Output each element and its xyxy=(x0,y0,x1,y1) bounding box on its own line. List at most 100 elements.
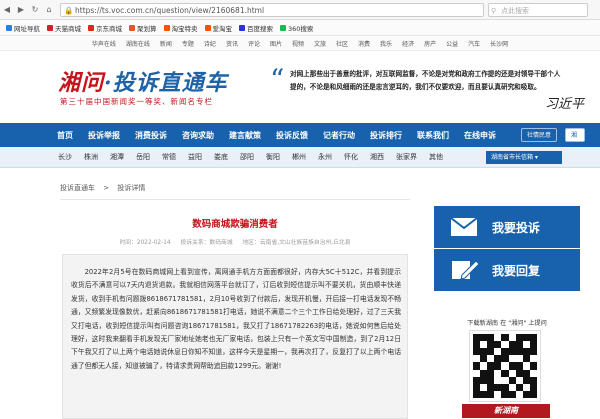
bookmark-item[interactable]: 网址导航 xyxy=(6,23,40,33)
top-nav-link[interactable]: 消费 xyxy=(358,39,370,48)
social-button[interactable]: 社情民意 xyxy=(521,128,558,142)
search-icon: ⚲ xyxy=(491,6,497,15)
main-nav-item[interactable]: 首页 xyxy=(57,130,73,141)
forward-icon[interactable]: ▶ xyxy=(16,5,26,14)
city-nav-item[interactable]: 湘西 xyxy=(370,152,384,162)
qr-cell xyxy=(494,341,502,349)
qr-cell xyxy=(508,390,516,398)
main-nav-item[interactable]: 在线申诉 xyxy=(464,130,496,141)
top-nav-link[interactable]: 长沙网 xyxy=(490,39,508,48)
url-field[interactable]: 🔒 https://ts.voc.com.cn/question/view/21… xyxy=(60,2,484,17)
main-nav-item[interactable]: 联系我们 xyxy=(417,130,449,141)
site-logo[interactable]: 湘问·投诉直通车 xyxy=(58,65,228,97)
qr-cell xyxy=(501,376,509,384)
city-nav-item[interactable]: 邵阳 xyxy=(240,152,254,162)
top-nav-link[interactable]: 诗纪 xyxy=(204,39,216,48)
bookmark-item[interactable]: 天猫商城 xyxy=(47,23,81,33)
xiangwen-button[interactable]: 湘问 xyxy=(565,128,585,153)
qr-cell xyxy=(480,383,488,391)
back-icon[interactable]: ◀ xyxy=(2,5,12,14)
city-nav-item[interactable]: 郴州 xyxy=(292,152,306,162)
main-nav-item[interactable]: 消费投诉 xyxy=(135,130,167,141)
city-nav-item[interactable]: 其他 xyxy=(429,152,443,162)
qr-cell xyxy=(515,383,523,391)
main-nav-item[interactable]: 记者行动 xyxy=(323,130,355,141)
top-nav-link[interactable]: 经济 xyxy=(402,39,414,48)
top-nav-link[interactable]: 专题 xyxy=(182,39,194,48)
site-top-nav: 华声在线 湖南在线 新闻 专题 诗纪 资讯 评论 图片 视频 文旅 社区 消费 我乐 经济 房产 公益 汽车 长沙… xyxy=(0,37,600,51)
city-nav-item[interactable]: 岳阳 xyxy=(136,152,150,162)
bookmark-item[interactable]: 百度搜索 xyxy=(239,23,273,33)
refresh-icon[interactable]: ↻ xyxy=(30,5,40,14)
main-nav-item[interactable]: 咨询求助 xyxy=(182,130,214,141)
top-nav-link[interactable]: 视频 xyxy=(292,39,304,48)
city-nav-item[interactable]: 长沙 xyxy=(58,152,72,162)
qr-cell xyxy=(480,348,488,356)
top-nav-link[interactable]: 评论 xyxy=(248,39,260,48)
top-nav-link[interactable]: 资讯 xyxy=(226,39,238,48)
bookmark-item[interactable]: 聚划算 xyxy=(129,23,157,33)
qr-cell xyxy=(473,334,481,342)
top-nav-link[interactable]: 文旅 xyxy=(314,39,326,48)
complain-button[interactable]: 我要投诉 xyxy=(434,206,580,248)
browser-search-input[interactable]: ⚲ 点此搜索 xyxy=(488,2,588,17)
city-nav-item[interactable]: 衡阳 xyxy=(266,152,280,162)
bookmark-item[interactable]: 爱淘宝 xyxy=(204,23,232,33)
top-nav-link[interactable]: 房产 xyxy=(424,39,436,48)
city-nav-item[interactable]: 张家界 xyxy=(396,152,417,162)
top-nav-link[interactable]: 汽车 xyxy=(468,39,480,48)
qr-code[interactable] xyxy=(469,330,541,402)
city-nav-item[interactable]: 株洲 xyxy=(84,152,98,162)
reply-label: 我要回复 xyxy=(492,263,541,278)
qr-cell xyxy=(529,334,537,342)
qr-cell xyxy=(480,369,488,377)
main-nav-item[interactable]: 投诉反馈 xyxy=(276,130,308,141)
qr-cell xyxy=(501,348,509,356)
qr-cell xyxy=(501,383,509,391)
city-nav-item[interactable]: 永州 xyxy=(318,152,332,162)
bookmark-item[interactable]: 京东商城 xyxy=(88,23,122,33)
qr-cell xyxy=(501,390,509,398)
city-nav-item[interactable]: 益阳 xyxy=(188,152,202,162)
top-nav-link[interactable]: 社区 xyxy=(336,39,348,48)
qr-cell xyxy=(508,376,516,384)
reply-button[interactable]: 我要回复 xyxy=(434,249,580,291)
bookmark-icon xyxy=(129,24,135,31)
city-nav-item[interactable]: 怀化 xyxy=(344,152,358,162)
city-nav-item[interactable]: 娄底 xyxy=(214,152,228,162)
site-header: 湘问·投诉直通车 第三十届中国新闻奖一等奖、新闻名专栏 “ 对网上那些出于善意的… xyxy=(0,51,600,123)
qr-cell xyxy=(522,369,530,377)
mailbox-select[interactable]: 湖南省市长信箱 ▾ xyxy=(486,151,562,164)
top-nav-link[interactable]: 华声在线 xyxy=(92,39,116,48)
bookmark-label: 天猫商城 xyxy=(55,24,81,33)
main-nav-item[interactable]: 投诉排行 xyxy=(370,130,402,141)
qr-cell xyxy=(480,376,488,384)
qr-cell xyxy=(473,355,481,363)
bookmark-item[interactable]: 淘宝特卖 xyxy=(163,23,198,33)
browser-address-bar: ◀ ▶ ↻ ⌂ 🔒 https://ts.voc.com.cn/question… xyxy=(0,0,600,20)
home-icon[interactable]: ⌂ xyxy=(44,5,54,14)
main-nav-item[interactable]: 建言献策 xyxy=(229,130,261,141)
qr-cell xyxy=(515,376,523,384)
city-nav-item[interactable]: 常德 xyxy=(162,152,176,162)
bookmark-icon xyxy=(6,24,12,31)
bookmark-label: 聚划算 xyxy=(137,24,157,33)
article-card: 2022年2月5号在数码商城网上看到宣传，离网通手机方方面面都很好，内存大5C十… xyxy=(62,254,408,419)
qr-cell xyxy=(515,355,523,363)
top-nav-link[interactable]: 图片 xyxy=(270,39,282,48)
top-nav-link[interactable]: 公益 xyxy=(446,39,458,48)
top-nav-link[interactable]: 新闻 xyxy=(160,39,172,48)
top-nav-link[interactable]: 我乐 xyxy=(380,39,392,48)
bookmark-icon xyxy=(280,24,286,31)
qr-cell xyxy=(508,362,516,370)
qr-cell xyxy=(508,348,516,356)
top-nav-link[interactable]: 湖南在线 xyxy=(126,39,150,48)
qr-cell xyxy=(494,376,502,384)
qr-cell xyxy=(515,348,523,356)
city-nav-item[interactable]: 湘潭 xyxy=(110,152,124,162)
logo-sub: ·投诉直通车 xyxy=(104,70,228,96)
main-nav-item[interactable]: 投诉举报 xyxy=(88,130,120,141)
promo-banner[interactable]: 新湖南 xyxy=(462,404,550,418)
breadcrumb-home[interactable]: 投诉直通车 xyxy=(60,184,95,192)
bookmark-item[interactable]: 360搜索 xyxy=(280,23,313,33)
